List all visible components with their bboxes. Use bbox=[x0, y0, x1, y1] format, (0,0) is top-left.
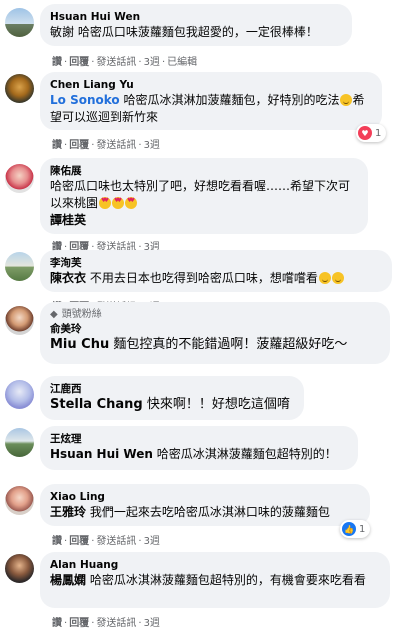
smile-emoji-icon bbox=[318, 272, 331, 284]
tagged-user[interactable]: Miu Chu bbox=[50, 337, 109, 352]
translation-link[interactable]: 發送話訊 bbox=[96, 536, 136, 547]
timestamp[interactable]: 3週 bbox=[144, 57, 160, 68]
comment-bubble: Alan Huang 楊鳳嫻 哈密瓜冰淇淋菠蘿麵包超特別的，有機會要來吃看看 bbox=[40, 552, 390, 608]
comment-bubble: 陳佑展 哈密瓜口味也太特別了吧，好想吃看看喔……希望下次可以來桃園 譚桂英 bbox=[40, 158, 368, 234]
translation-link[interactable]: 發送話訊 bbox=[96, 140, 136, 151]
like-button[interactable]: 讚 bbox=[52, 618, 62, 629]
timestamp[interactable]: 3週 bbox=[144, 618, 160, 629]
timestamp[interactable]: 3週 bbox=[144, 536, 160, 547]
reply-button[interactable]: 回覆 bbox=[69, 618, 89, 629]
smile-emoji-icon bbox=[340, 94, 353, 106]
avatar[interactable] bbox=[5, 428, 34, 457]
comment-bubble: Chen Liang Yu Lo Sonoko 哈密瓜冰淇淋加菠蘿麵包，好特別的… bbox=[40, 72, 382, 130]
like-button[interactable]: 讚 bbox=[52, 140, 62, 151]
comment-actions: 讚·回覆·發送話訊·3週 bbox=[52, 618, 160, 629]
comment-text: 哈密瓜冰淇淋菠蘿麵包超特別的，有機會要來吃看看 bbox=[86, 573, 366, 587]
comment-author[interactable]: Alan Huang bbox=[50, 558, 380, 572]
smile-emoji-icon bbox=[331, 272, 344, 284]
heart-eyes-emoji-icon bbox=[125, 197, 138, 209]
tagged-user[interactable]: 陳衣衣 bbox=[50, 271, 86, 285]
comment-bubble: Xiao Ling 王雅玲 我們一起來去吃哈密瓜冰淇淋口味的菠蘿麵包 bbox=[40, 484, 370, 526]
comment-text: 不用去日本也吃得到哈密瓜口味，想嚐嚐看 bbox=[86, 271, 318, 285]
comment-text: 我們一起來去吃哈密瓜冰淇淋口味的菠蘿麵包 bbox=[86, 505, 330, 519]
translation-link[interactable]: 發送話訊 bbox=[96, 57, 136, 68]
tagged-user[interactable]: Hsuan Hui Wen bbox=[50, 447, 153, 461]
comment-author[interactable]: 陳佑展 bbox=[50, 164, 358, 178]
comment-text: 敏謝 哈密瓜口味菠蘿麵包我超愛的，一定很棒棒！ bbox=[50, 25, 318, 39]
avatar[interactable] bbox=[5, 306, 34, 335]
comment-bubble: 江鹿西 Stella Chang 快來啊！！好想吃這個唷 bbox=[40, 376, 304, 420]
comment-text: 哈密瓜冰淇淋加菠蘿麵包，好特別的吃法 bbox=[119, 93, 340, 107]
comment-author[interactable]: Hsuan Hui Wen bbox=[50, 10, 342, 24]
comment-text: 哈密瓜口味也太特別了吧，好想吃看看喔……希望下次可以來桃園 bbox=[50, 179, 351, 210]
top-fan-badge[interactable]: ◆ 頭號粉絲 bbox=[50, 308, 380, 322]
avatar[interactable] bbox=[5, 252, 34, 281]
avatar[interactable] bbox=[5, 74, 34, 103]
comment-text: 快來啊！！好想吃這個唷 bbox=[142, 397, 290, 412]
avatar[interactable] bbox=[5, 486, 34, 515]
comment-text: 麵包控真的不能錯過啊！菠蘿超級好吃～ bbox=[109, 337, 348, 352]
comment-bubble: 王炫理 Hsuan Hui Wen 哈密瓜冰淇淋菠蘿麵包超特別的！ bbox=[40, 426, 358, 470]
comment-author[interactable]: Chen Liang Yu bbox=[50, 78, 372, 92]
avatar[interactable] bbox=[5, 164, 34, 193]
heart-eyes-emoji-icon bbox=[112, 197, 125, 209]
tagged-user[interactable]: Stella Chang bbox=[50, 397, 143, 412]
comment-text: 哈密瓜冰淇淋菠蘿麵包超特別的！ bbox=[152, 447, 337, 461]
tagged-user[interactable]: 譚桂英 bbox=[50, 213, 86, 227]
reply-button[interactable]: 回覆 bbox=[69, 140, 89, 151]
avatar[interactable] bbox=[5, 8, 34, 37]
heart-eyes-emoji-icon bbox=[99, 197, 112, 209]
comment-actions: 讚·回覆·發送話訊·3週 bbox=[52, 140, 160, 151]
comment-actions: 讚 · 回覆 · 發送話訊 · 3週 · 已編輯 bbox=[52, 57, 198, 68]
like-button[interactable]: 讚 bbox=[52, 57, 62, 68]
tagged-user[interactable]: Lo Sonoko bbox=[50, 93, 120, 107]
comment-author[interactable]: 俞美玲 bbox=[50, 322, 380, 336]
comment-bubble: 李洵芙 陳衣衣 不用去日本也吃得到哈密瓜口味，想嚐嚐看 bbox=[40, 250, 392, 292]
reply-button[interactable]: 回覆 bbox=[69, 57, 89, 68]
love-reaction-icon: ♥ bbox=[358, 126, 372, 140]
comment-author[interactable]: 江鹿西 bbox=[50, 382, 294, 396]
avatar[interactable] bbox=[5, 380, 34, 409]
tagged-user[interactable]: 楊鳳嫻 bbox=[50, 573, 86, 587]
comment-actions: 讚·回覆·發送話訊·3週 bbox=[52, 536, 160, 547]
edited-label[interactable]: 已編輯 bbox=[167, 57, 197, 68]
translation-link[interactable]: 發送話訊 bbox=[96, 618, 136, 629]
comment-author[interactable]: 李洵芙 bbox=[50, 256, 382, 270]
reaction-count[interactable]: ♥ 1 bbox=[356, 124, 387, 142]
like-button[interactable]: 讚 bbox=[52, 536, 62, 547]
avatar[interactable] bbox=[5, 554, 34, 583]
comment-bubble: Hsuan Hui Wen 敏謝 哈密瓜口味菠蘿麵包我超愛的，一定很棒棒！ bbox=[40, 4, 352, 46]
diamond-icon: ◆ bbox=[50, 309, 58, 320]
comment-bubble: ◆ 頭號粉絲 俞美玲 Miu Chu 麵包控真的不能錯過啊！菠蘿超級好吃～ bbox=[40, 302, 390, 364]
like-reaction-icon: 👍 bbox=[342, 522, 356, 536]
comment-author[interactable]: 王炫理 bbox=[50, 432, 348, 446]
comment-author[interactable]: Xiao Ling bbox=[50, 490, 360, 504]
reply-button[interactable]: 回覆 bbox=[69, 536, 89, 547]
tagged-user[interactable]: 王雅玲 bbox=[50, 505, 86, 519]
timestamp[interactable]: 3週 bbox=[144, 140, 160, 151]
reaction-count[interactable]: 👍 1 bbox=[340, 520, 371, 538]
